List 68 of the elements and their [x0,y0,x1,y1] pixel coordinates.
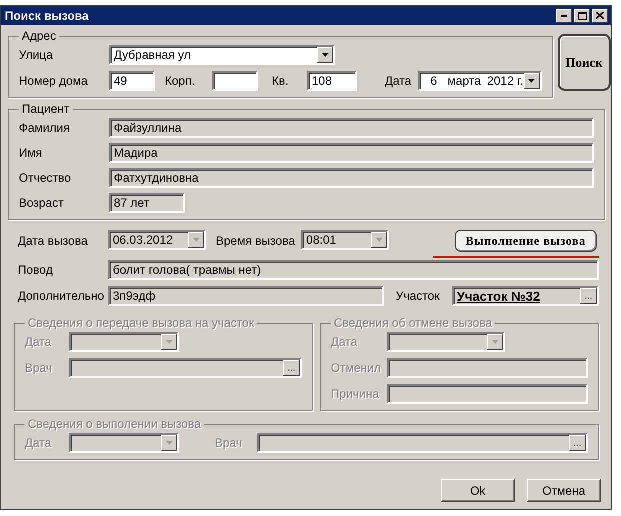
close-button[interactable] [592,8,608,22]
field-label: Улица [19,48,54,62]
dropdown-button[interactable] [371,232,388,248]
dropdown-field[interactable] [387,332,505,352]
field-label: Дата [25,436,53,450]
date-month: марта [448,74,482,88]
minimize-button[interactable] [556,8,572,22]
dropdown-field[interactable]: 08:01 [301,230,390,250]
caret-icon [528,79,536,83]
field-label: Врач [25,361,54,375]
district-field[interactable]: Участок №32 ... [452,286,599,306]
field-label: Имя [19,146,44,160]
dropdown-button[interactable] [524,73,540,89]
dropdown-button[interactable] [188,232,204,248]
group-label: Сведения о выполении вызова [27,417,202,431]
field-label: Врач [215,436,244,450]
text-field[interactable] [387,384,588,404]
field-label: Время вызова [216,234,296,248]
cancel-button[interactable]: Отмена [527,479,601,502]
field-label: Дата [331,335,359,349]
date-day: 6 [430,74,448,88]
maximize-icon [578,12,586,20]
group-label: Адрес [21,29,58,43]
field-label: Возраст [19,196,65,210]
dropdown-field[interactable]: Дубравная ул [109,45,335,65]
field-label: Участок [396,289,441,303]
caret-icon [192,238,200,242]
window-title: Поиск вызова [5,8,89,22]
caret-icon [166,340,172,344]
minimize-icon [561,14,567,16]
group-label: Сведения о передаче вызова на участок [27,316,256,330]
dropdown-field[interactable]: 06.03.2012 [108,230,206,250]
text-field[interactable] [387,358,588,378]
caret-icon [166,441,172,445]
field-label: Дата вызова [18,234,89,248]
caret-icon [376,238,383,242]
dropdown-field[interactable] [69,332,179,352]
dropdown-button[interactable] [317,47,333,63]
caret-icon [322,53,328,57]
maximize-button[interactable] [574,8,590,22]
field-label: Причина [331,387,380,401]
dropdown-button[interactable] [161,334,177,350]
date-picker[interactable]: 6 марта 2012 г. [418,71,542,91]
search-button[interactable]: Поиск [558,34,611,91]
text-field[interactable]: 108 [307,71,357,91]
field-label: Отчество [19,171,72,185]
field-label: Повод [18,263,54,277]
dropdown-button[interactable] [487,334,503,350]
caret-icon [492,340,498,344]
browse-button[interactable]: ... [580,288,597,304]
close-icon [596,12,604,19]
field-label: Дата [25,335,53,349]
text-field[interactable] [212,71,258,91]
text-field[interactable]: 49 [109,71,155,91]
field-label: Дата [385,74,412,88]
date-year: 2012 г. [487,74,524,88]
field-label: Фамилия [19,121,71,135]
ok-button[interactable]: Ok [441,479,515,502]
field-label: Номер дома [19,74,89,88]
group-label: Пациент [21,102,71,116]
dropdown-field[interactable] [69,433,179,453]
field-label: Кв. [271,74,290,88]
execute-call-button[interactable]: Выполнение вызова [454,230,597,252]
field-label: Корп. [164,74,196,88]
group-label: Сведения об отмене вызова [333,316,494,330]
field-label: Отменил [331,361,381,375]
field-label: Дополнительно [18,289,102,303]
dropdown-button[interactable] [161,435,177,451]
